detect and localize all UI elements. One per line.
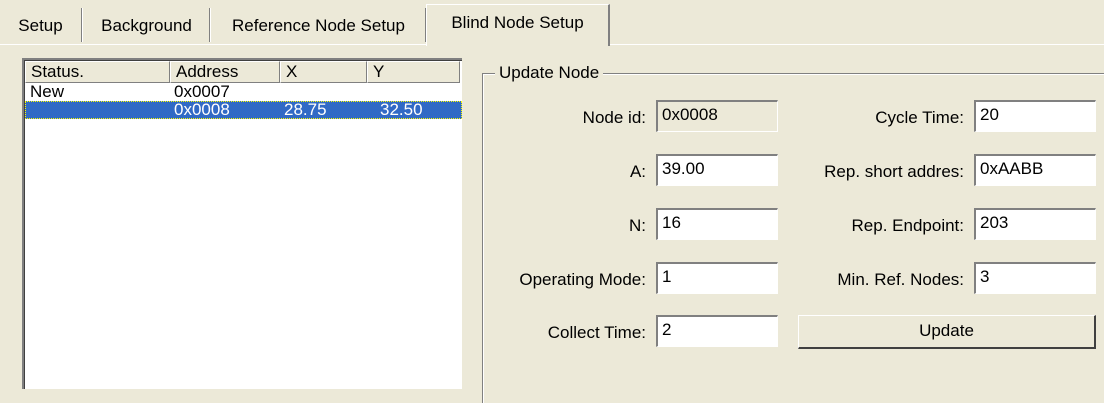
a-label: A: xyxy=(629,162,646,181)
node-list[interactable]: Status. Address X Y New 0x0007 0x0008 28… xyxy=(22,58,462,389)
tab-blind-node-setup[interactable]: Blind Node Setup xyxy=(426,4,610,46)
rep-short-address-field[interactable]: 0xAABB xyxy=(974,154,1096,186)
cell-y: 32.50 xyxy=(380,100,423,119)
cell-address: 0x0008 xyxy=(174,100,230,119)
min-ref-nodes-field[interactable]: 3 xyxy=(974,262,1096,294)
column-header-status[interactable]: Status. xyxy=(25,61,170,83)
tab-background[interactable]: Background xyxy=(84,8,211,42)
node-id-label: Node id: xyxy=(582,108,646,127)
tab-setup-label: Setup xyxy=(18,16,63,35)
tab-strip: Setup Background Reference Node Setup Bl… xyxy=(0,0,1104,46)
collect-time-field[interactable]: 2 xyxy=(656,315,778,347)
tab-setup[interactable]: Setup xyxy=(0,8,83,42)
collect-time-label: Collect Time: xyxy=(547,323,646,342)
cycle-time-field[interactable]: 20 xyxy=(974,100,1096,132)
n-label: N: xyxy=(629,216,646,235)
list-item[interactable]: New 0x0007 xyxy=(25,83,462,101)
rep-short-address-label: Rep. short addres: xyxy=(824,162,964,181)
cell-address: 0x0007 xyxy=(174,82,230,101)
rep-endpoint-label: Rep. Endpoint: xyxy=(851,216,964,235)
list-item-selected[interactable]: 0x0008 28.75 32.50 xyxy=(25,101,462,119)
column-header-x[interactable]: X xyxy=(280,61,367,83)
column-header-y[interactable]: Y xyxy=(367,61,460,83)
group-title: Update Node xyxy=(495,63,604,83)
cycle-time-label: Cycle Time: xyxy=(875,108,964,127)
update-button[interactable]: Update xyxy=(798,315,1096,349)
node-list-header: Status. Address X Y xyxy=(25,61,462,83)
min-ref-nodes-label: Min. Ref. Nodes: xyxy=(837,270,964,289)
tab-background-label: Background xyxy=(101,16,192,35)
cell-status: New xyxy=(30,82,65,101)
node-list-inner: Status. Address X Y New 0x0007 0x0008 28… xyxy=(24,60,462,389)
a-field[interactable]: 39.00 xyxy=(656,154,778,186)
tab-reference-node-setup-label: Reference Node Setup xyxy=(232,16,405,35)
cell-x: 28.75 xyxy=(284,100,327,119)
column-header-address[interactable]: Address xyxy=(170,61,280,83)
tab-reference-node-setup[interactable]: Reference Node Setup xyxy=(212,8,427,42)
n-field[interactable]: 16 xyxy=(656,208,778,240)
rep-endpoint-field[interactable]: 203 xyxy=(974,208,1096,240)
operating-mode-label: Operating Mode: xyxy=(519,270,646,289)
tab-blind-node-setup-label: Blind Node Setup xyxy=(451,13,584,32)
operating-mode-field[interactable]: 1 xyxy=(656,262,778,294)
node-id-field: 0x0008 xyxy=(656,100,778,132)
